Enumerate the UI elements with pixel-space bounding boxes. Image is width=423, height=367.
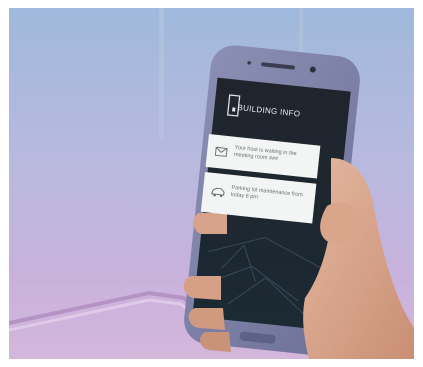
finger-4 [200, 332, 231, 352]
finger-1 [193, 213, 227, 234]
car-icon [211, 187, 225, 198]
notification-text-parking: Parking lot maintenance from today 6 pm [230, 184, 303, 201]
photo-scene: BUILDING INFO Your host is waiting in th… [9, 8, 414, 359]
notification-text-meeting: Your host is waiting in the meeting room… [233, 144, 297, 163]
window-frame-left [159, 8, 164, 138]
envelope-icon [214, 146, 228, 157]
